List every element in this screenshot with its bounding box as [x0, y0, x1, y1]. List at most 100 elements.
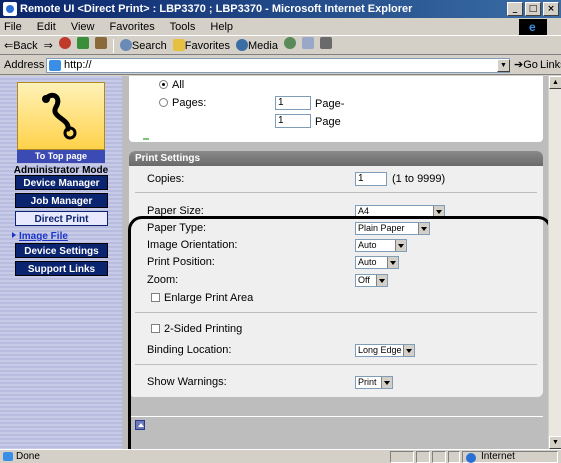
mail-icon[interactable] [301, 37, 314, 49]
pages-option[interactable]: Pages: [159, 97, 206, 109]
sub-link-label: Image File [19, 231, 68, 242]
binding-value: Long Edge [358, 345, 402, 355]
footer-divider [129, 416, 543, 417]
stop-icon[interactable] [58, 37, 71, 49]
menu-bar: File Edit View Favorites Tools Help [0, 18, 561, 36]
nav-job-manager[interactable]: Job Manager [15, 193, 108, 208]
search-icon [119, 39, 132, 51]
chevron-down-icon [403, 345, 414, 356]
status-text: Done [16, 451, 40, 462]
enlarge-option[interactable]: Enlarge Print Area [151, 292, 253, 304]
orientation-select[interactable]: Auto [355, 239, 407, 252]
chevron-down-icon [387, 257, 398, 268]
address-dropdown-icon[interactable]: ▼ [497, 59, 510, 72]
printer-logo-icon [17, 82, 105, 150]
home-icon[interactable] [94, 37, 107, 49]
section-divider [135, 364, 537, 365]
address-input[interactable]: http:// [46, 58, 510, 73]
warnings-select[interactable]: Print [355, 376, 393, 389]
media-icon [236, 39, 248, 51]
media-button[interactable]: Media [236, 37, 278, 54]
back-button[interactable]: ⇐Back [4, 37, 38, 54]
menu-help[interactable]: Help [210, 21, 233, 33]
nav-direct-print[interactable]: Direct Print [15, 211, 108, 226]
binding-label: Binding Location: [147, 344, 232, 356]
forward-button[interactable]: ⇒ [44, 37, 53, 54]
pages-label: Pages: [172, 97, 207, 109]
page-to-input[interactable]: 1 [275, 114, 311, 128]
menu-edit[interactable]: Edit [37, 21, 56, 33]
chevron-down-icon [418, 223, 429, 234]
vertical-scrollbar[interactable]: ▲ ▼ [548, 76, 561, 449]
orientation-value: Auto [358, 240, 377, 250]
copies-range: (1 to 9999) [392, 173, 446, 185]
address-label: Address [4, 59, 45, 71]
window-title-bar: Remote UI <Direct Print> : LBP3370 ; LBP… [0, 0, 561, 18]
favorites-button[interactable]: Favorites [172, 37, 230, 54]
orientation-label: Image Orientation: [147, 239, 238, 251]
chevron-down-icon [433, 206, 444, 217]
enlarge-checkbox[interactable] [151, 293, 160, 302]
chevron-down-icon [381, 377, 392, 388]
maximize-button[interactable]: □ [525, 2, 541, 16]
page-to-suffix: Page [315, 116, 341, 128]
enlarge-label: Enlarge Print Area [164, 292, 254, 304]
nav-support-links[interactable]: Support Links [15, 261, 108, 276]
menu-file[interactable]: File [4, 21, 22, 33]
print-settings-panel: Print Settings Copies: 1 (1 to 9999) Pap… [129, 151, 543, 397]
search-button[interactable]: Search [119, 37, 167, 54]
page-done-icon [3, 452, 13, 461]
zoom-label: Zoom: [147, 274, 179, 286]
paper-type-label: Paper Type: [147, 222, 207, 234]
all-option[interactable]: All [159, 79, 184, 91]
page-from-suffix: Page- [315, 98, 345, 110]
to-top-page-button[interactable]: To Top page [17, 150, 105, 163]
sub-link-image-file[interactable]: Image File [12, 231, 68, 242]
zone-label: Internet [481, 451, 515, 462]
refresh-icon[interactable] [76, 37, 89, 49]
paper-size-label: Paper Size: [147, 205, 204, 217]
globe-icon [466, 453, 476, 463]
go-button[interactable]: ➔Go [514, 56, 538, 75]
two-sided-option[interactable]: 2-Sided Printing [151, 323, 242, 335]
paper-size-value: A4 [358, 206, 370, 216]
scroll-to-top-icon[interactable] [135, 420, 145, 430]
history-icon[interactable] [283, 37, 296, 49]
menu-favorites[interactable]: Favorites [110, 21, 155, 33]
ie-throbber-icon [519, 18, 547, 36]
arrow-right-icon [12, 232, 16, 238]
two-sided-checkbox[interactable] [151, 324, 160, 333]
position-select[interactable]: Auto [355, 256, 399, 269]
position-value: Auto [358, 257, 377, 267]
copies-input[interactable]: 1 [355, 172, 387, 186]
scroll-down-icon[interactable]: ▼ [549, 436, 561, 449]
ie-page-icon [3, 2, 17, 16]
paper-size-select[interactable]: A4 [355, 205, 445, 218]
sidebar: To Top page Administrator Mode Device Ma… [0, 76, 122, 449]
print-icon[interactable] [319, 37, 332, 49]
media-label: Media [248, 40, 278, 52]
page-range-panel: All Pages: 1 Page- 1 Page [129, 76, 543, 142]
page-from-input[interactable]: 1 [275, 96, 311, 110]
nav-device-manager[interactable]: Device Manager [15, 175, 108, 190]
zoom-select[interactable]: Off [355, 274, 388, 287]
security-zone: Internet [462, 451, 558, 463]
nav-device-settings[interactable]: Device Settings [15, 243, 108, 258]
print-settings-body: Copies: 1 (1 to 9999) Paper Size: A4 Pap… [129, 166, 543, 397]
binding-select[interactable]: Long Edge [355, 344, 415, 357]
close-button[interactable]: × [543, 2, 559, 16]
links-button[interactable]: Links [540, 56, 561, 75]
go-label: Go [523, 59, 538, 71]
paper-type-value: Plain Paper [358, 223, 405, 233]
menu-view[interactable]: View [71, 21, 95, 33]
section-divider [135, 192, 537, 193]
all-radio[interactable] [159, 80, 168, 89]
paper-type-select[interactable]: Plain Paper [355, 222, 430, 235]
status-cell [448, 451, 460, 463]
menu-tools[interactable]: Tools [170, 21, 196, 33]
scroll-up-icon[interactable]: ▲ [549, 76, 561, 89]
minimize-button[interactable]: _ [507, 2, 523, 16]
copies-label: Copies: [147, 173, 185, 185]
pages-radio[interactable] [159, 98, 168, 107]
warnings-value: Print [358, 377, 377, 387]
